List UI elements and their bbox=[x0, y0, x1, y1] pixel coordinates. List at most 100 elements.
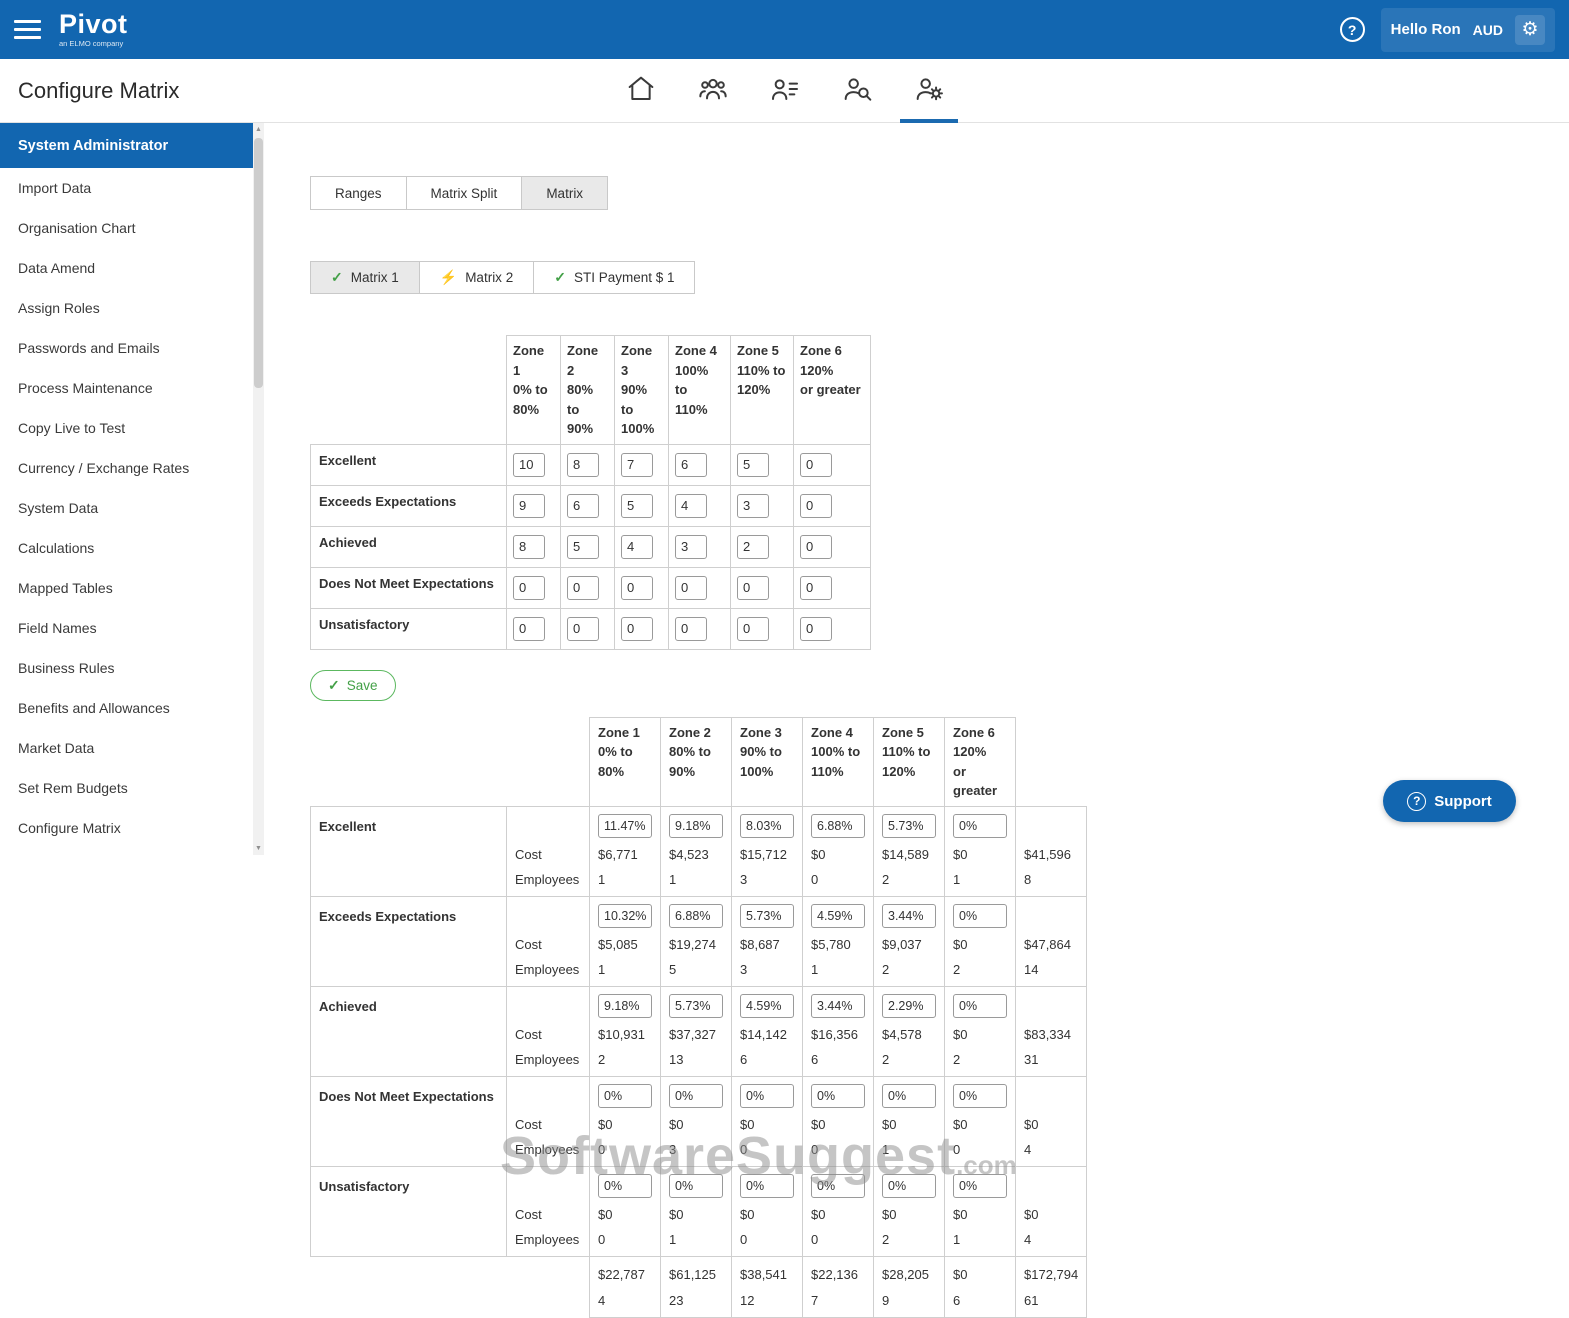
percent-input[interactable] bbox=[811, 904, 865, 928]
matrix1-value-input[interactable] bbox=[567, 534, 599, 559]
percent-input[interactable] bbox=[598, 994, 652, 1018]
matrix1-value-input[interactable] bbox=[675, 534, 707, 559]
percent-input[interactable] bbox=[598, 1084, 652, 1108]
percent-input[interactable] bbox=[669, 1084, 723, 1108]
sidebar-item-system-administrator[interactable]: System Administrator bbox=[0, 123, 253, 168]
percent-input[interactable] bbox=[669, 904, 723, 928]
matrix1-value-input[interactable] bbox=[567, 493, 599, 518]
scroll-up-icon[interactable]: ▲ bbox=[253, 123, 264, 136]
matrix1-value-input[interactable] bbox=[737, 575, 769, 600]
sidebar-scrollbar[interactable]: ▲ ▼ bbox=[253, 123, 264, 855]
percent-input[interactable] bbox=[669, 994, 723, 1018]
scroll-down-icon[interactable]: ▼ bbox=[253, 842, 264, 855]
nav-item-employee-settings[interactable] bbox=[899, 59, 958, 123]
hamburger-menu-icon[interactable] bbox=[14, 20, 41, 39]
percent-input[interactable] bbox=[882, 1174, 936, 1198]
sidebar-item-process-maintenance[interactable]: Process Maintenance bbox=[0, 368, 253, 408]
nav-item-employee-search[interactable] bbox=[828, 59, 886, 123]
percent-input[interactable] bbox=[953, 994, 1007, 1018]
matrix1-value-input[interactable] bbox=[513, 493, 545, 518]
sidebar-item-mapped-tables[interactable]: Mapped Tables bbox=[0, 568, 253, 608]
sidebar-item-set-rem-budgets[interactable]: Set Rem Budgets bbox=[0, 768, 253, 808]
matrix1-value-input[interactable] bbox=[800, 493, 832, 518]
sidebar-item-market-data[interactable]: Market Data bbox=[0, 728, 253, 768]
sidebar-item-business-rules[interactable]: Business Rules bbox=[0, 648, 253, 688]
save-button[interactable]: ✓ Save bbox=[310, 669, 396, 701]
matrix1-value-input[interactable] bbox=[567, 616, 599, 641]
matrix1-value-input[interactable] bbox=[675, 452, 707, 477]
tab-ranges[interactable]: Ranges bbox=[310, 176, 407, 210]
settings-gear-icon[interactable]: ⚙ bbox=[1515, 14, 1545, 45]
percent-input[interactable] bbox=[811, 994, 865, 1018]
app-logo[interactable]: Pivot an ELMO company bbox=[59, 11, 128, 48]
percent-input[interactable] bbox=[598, 1174, 652, 1198]
support-button[interactable]: ? Support bbox=[1383, 780, 1516, 822]
percent-input[interactable] bbox=[598, 904, 652, 928]
currency-label[interactable]: AUD bbox=[1473, 22, 1503, 38]
percent-input[interactable] bbox=[669, 1174, 723, 1198]
matrix1-value-input[interactable] bbox=[800, 534, 832, 559]
matrix1-value-input[interactable] bbox=[675, 575, 707, 600]
matrix1-value-input[interactable] bbox=[800, 452, 832, 477]
matrix1-value-input[interactable] bbox=[621, 534, 653, 559]
subtab-matrix-1[interactable]: ✓ Matrix 1 bbox=[310, 261, 420, 294]
percent-input[interactable] bbox=[740, 904, 794, 928]
matrix1-value-input[interactable] bbox=[621, 452, 653, 477]
percent-input[interactable] bbox=[953, 1174, 1007, 1198]
sidebar-item-import-data[interactable]: Import Data bbox=[0, 168, 253, 208]
percent-input[interactable] bbox=[953, 1084, 1007, 1108]
percent-input[interactable] bbox=[811, 1084, 865, 1108]
percent-input[interactable] bbox=[740, 1174, 794, 1198]
percent-input[interactable] bbox=[882, 814, 936, 838]
sidebar-item-benefits-and-allowances[interactable]: Benefits and Allowances bbox=[0, 688, 253, 728]
sidebar-item-currency-exchange-rates[interactable]: Currency / Exchange Rates bbox=[0, 448, 253, 488]
sidebar-item-configure-matrix[interactable]: Configure Matrix bbox=[0, 808, 253, 848]
matrix1-value-input[interactable] bbox=[737, 616, 769, 641]
percent-input[interactable] bbox=[740, 1084, 794, 1108]
matrix1-value-input[interactable] bbox=[567, 452, 599, 477]
sidebar-item-organisation-chart[interactable]: Organisation Chart bbox=[0, 208, 253, 248]
nav-item-home[interactable] bbox=[612, 59, 670, 123]
subtab-sti-payment[interactable]: ✓ STI Payment $ 1 bbox=[533, 261, 696, 294]
percent-input[interactable] bbox=[740, 814, 794, 838]
sidebar-item-field-names[interactable]: Field Names bbox=[0, 608, 253, 648]
matrix1-value-input[interactable] bbox=[513, 616, 545, 641]
matrix1-value-input[interactable] bbox=[513, 534, 545, 559]
sidebar-item-passwords-and-emails[interactable]: Passwords and Emails bbox=[0, 328, 253, 368]
sidebar-item-calculations[interactable]: Calculations bbox=[0, 528, 253, 568]
matrix1-value-input[interactable] bbox=[621, 493, 653, 518]
percent-input[interactable] bbox=[882, 994, 936, 1018]
matrix1-value-input[interactable] bbox=[800, 575, 832, 600]
percent-input[interactable] bbox=[598, 814, 652, 838]
percent-input[interactable] bbox=[882, 1084, 936, 1108]
nav-item-employee-list[interactable] bbox=[756, 59, 814, 123]
matrix1-value-input[interactable] bbox=[513, 452, 545, 477]
nav-item-employees[interactable] bbox=[684, 59, 742, 123]
scrollbar-thumb[interactable] bbox=[254, 138, 263, 388]
percent-input[interactable] bbox=[669, 814, 723, 838]
percent-input[interactable] bbox=[953, 814, 1007, 838]
matrix1-value-input[interactable] bbox=[675, 616, 707, 641]
percent-input[interactable] bbox=[740, 994, 794, 1018]
matrix1-value-input[interactable] bbox=[567, 575, 599, 600]
matrix1-value-input[interactable] bbox=[737, 534, 769, 559]
sidebar-item-system-data[interactable]: System Data bbox=[0, 488, 253, 528]
matrix1-value-input[interactable] bbox=[621, 616, 653, 641]
percent-input[interactable] bbox=[953, 904, 1007, 928]
sidebar-item-assign-roles[interactable]: Assign Roles bbox=[0, 288, 253, 328]
subtab-matrix-2[interactable]: ⚡ Matrix 2 bbox=[418, 261, 535, 294]
tab-matrix-split[interactable]: Matrix Split bbox=[405, 176, 523, 210]
help-icon[interactable]: ? bbox=[1339, 17, 1365, 42]
percent-input[interactable] bbox=[811, 1174, 865, 1198]
matrix1-value-input[interactable] bbox=[737, 452, 769, 477]
percent-input[interactable] bbox=[882, 904, 936, 928]
matrix1-value-input[interactable] bbox=[513, 575, 545, 600]
sidebar-item-data-amend[interactable]: Data Amend bbox=[0, 248, 253, 288]
matrix1-value-input[interactable] bbox=[800, 616, 832, 641]
tab-matrix[interactable]: Matrix bbox=[521, 176, 609, 210]
matrix1-value-input[interactable] bbox=[675, 493, 707, 518]
matrix1-value-input[interactable] bbox=[737, 493, 769, 518]
matrix1-value-input[interactable] bbox=[621, 575, 653, 600]
percent-input[interactable] bbox=[811, 814, 865, 838]
sidebar-item-copy-live-to-test[interactable]: Copy Live to Test bbox=[0, 408, 253, 448]
